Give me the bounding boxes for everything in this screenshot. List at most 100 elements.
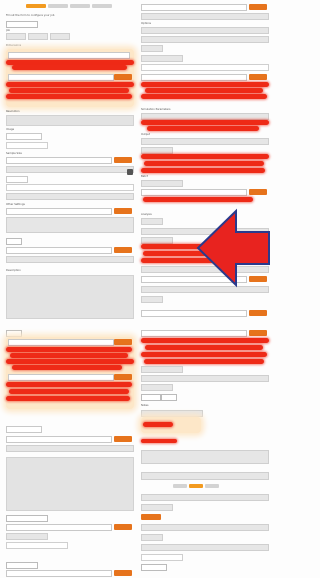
add-button[interactable]	[114, 247, 132, 253]
action-button[interactable]	[141, 514, 161, 520]
dropdown-10[interactable]	[6, 426, 42, 433]
redaction-scribble	[6, 82, 134, 87]
text-area-1[interactable]	[6, 115, 134, 126]
dropdown-7[interactable]	[6, 247, 112, 254]
field-r1[interactable]	[141, 13, 269, 20]
tab-2[interactable]	[48, 4, 68, 8]
field-r28[interactable]	[141, 554, 183, 561]
field-r20[interactable]	[141, 410, 203, 417]
right-form-column: Options Simulation Parameters Output Bat…	[141, 4, 269, 578]
add-button[interactable]	[249, 74, 267, 80]
field-2[interactable]	[28, 33, 48, 40]
field-r5[interactable]	[141, 55, 183, 62]
field-r10[interactable]	[141, 180, 183, 187]
pagination	[173, 484, 219, 488]
field-r17[interactable]	[141, 366, 183, 373]
field-r8[interactable]	[141, 138, 269, 145]
dropdown-3[interactable]	[6, 133, 42, 140]
add-button[interactable]	[249, 310, 267, 316]
apply-button[interactable]	[6, 238, 22, 245]
field-5[interactable]	[6, 166, 134, 173]
tab-1[interactable]	[26, 4, 46, 8]
page-1[interactable]	[173, 484, 187, 488]
add-button[interactable]	[114, 524, 132, 530]
add-button[interactable]	[114, 157, 132, 163]
add-button[interactable]	[114, 208, 132, 214]
field-7[interactable]	[6, 193, 134, 200]
form-header: Fill out the form to configure your job	[6, 14, 55, 17]
field-r23[interactable]	[141, 494, 269, 501]
field-r9[interactable]	[141, 147, 173, 154]
field-r24[interactable]	[141, 504, 173, 511]
field-4[interactable]	[6, 142, 48, 149]
add-button[interactable]	[249, 330, 267, 336]
field-r19[interactable]	[141, 384, 173, 391]
preview-button[interactable]	[141, 394, 161, 401]
dropdown-2[interactable]	[8, 74, 114, 81]
field-r27[interactable]	[141, 544, 269, 551]
dropdown-11[interactable]	[6, 436, 112, 443]
field-6[interactable]	[6, 184, 134, 191]
field-r21[interactable]	[141, 450, 269, 464]
field-r3[interactable]	[141, 36, 269, 43]
redaction-scribble	[141, 168, 265, 173]
redaction-scribble	[147, 126, 259, 131]
collapse-icon[interactable]	[127, 169, 133, 175]
dropdown-9[interactable]	[8, 374, 114, 381]
dropdown-5[interactable]	[6, 176, 28, 183]
field-r26[interactable]	[141, 534, 163, 541]
field-r4[interactable]	[141, 45, 163, 52]
add-button[interactable]	[114, 570, 132, 576]
dropdown-8[interactable]	[8, 339, 114, 346]
description-area[interactable]	[6, 275, 134, 319]
section-label-analysis: Analysis	[141, 213, 152, 216]
text-area-2[interactable]	[6, 457, 134, 511]
redaction-scribble	[10, 353, 128, 358]
option-button[interactable]	[6, 330, 22, 337]
dropdown-13[interactable]	[6, 570, 112, 577]
field-3[interactable]	[50, 33, 70, 40]
dropdown-r3[interactable]	[141, 189, 247, 196]
add-button[interactable]	[114, 436, 132, 442]
field-r13[interactable]	[141, 237, 173, 244]
mode-select[interactable]	[6, 21, 38, 28]
final-button[interactable]	[141, 564, 167, 571]
redaction-scribble	[9, 88, 129, 93]
field-r16[interactable]	[141, 296, 163, 303]
field-r18[interactable]	[141, 375, 269, 382]
field-r11[interactable]	[141, 218, 163, 225]
field-11[interactable]	[6, 533, 48, 540]
dropdown-6[interactable]	[6, 208, 112, 215]
tab-4[interactable]	[92, 4, 112, 8]
page-3[interactable]	[205, 484, 219, 488]
field-1[interactable]	[6, 33, 26, 40]
dropdown-r1[interactable]	[141, 4, 247, 11]
add-button[interactable]	[114, 339, 132, 345]
tab-3[interactable]	[70, 4, 90, 8]
redaction-scribble	[6, 396, 130, 401]
add-button[interactable]	[249, 189, 267, 195]
field-8[interactable]	[6, 217, 134, 233]
dropdown-r5[interactable]	[141, 310, 247, 317]
field-r25[interactable]	[141, 524, 269, 531]
redaction-scribble	[144, 161, 264, 166]
add-button[interactable]	[249, 4, 267, 10]
option-button[interactable]	[6, 515, 48, 522]
dropdown-r2[interactable]	[141, 74, 247, 81]
option-button[interactable]	[6, 562, 38, 569]
add-button[interactable]	[114, 374, 132, 380]
dropdown-1[interactable]	[8, 52, 130, 59]
field-r6[interactable]	[141, 64, 269, 71]
submit-button[interactable]	[161, 394, 177, 401]
page-2[interactable]	[189, 484, 203, 488]
field-12[interactable]	[6, 542, 68, 549]
dropdown-r6[interactable]	[141, 330, 247, 337]
dropdown-4[interactable]	[6, 157, 112, 164]
field-r22[interactable]	[141, 472, 269, 480]
field-r7[interactable]	[141, 113, 269, 120]
dropdown-12[interactable]	[6, 524, 112, 531]
field-r2[interactable]	[141, 27, 269, 34]
field-10[interactable]	[6, 445, 134, 452]
field-9[interactable]	[6, 256, 134, 263]
add-button[interactable]	[114, 74, 132, 80]
